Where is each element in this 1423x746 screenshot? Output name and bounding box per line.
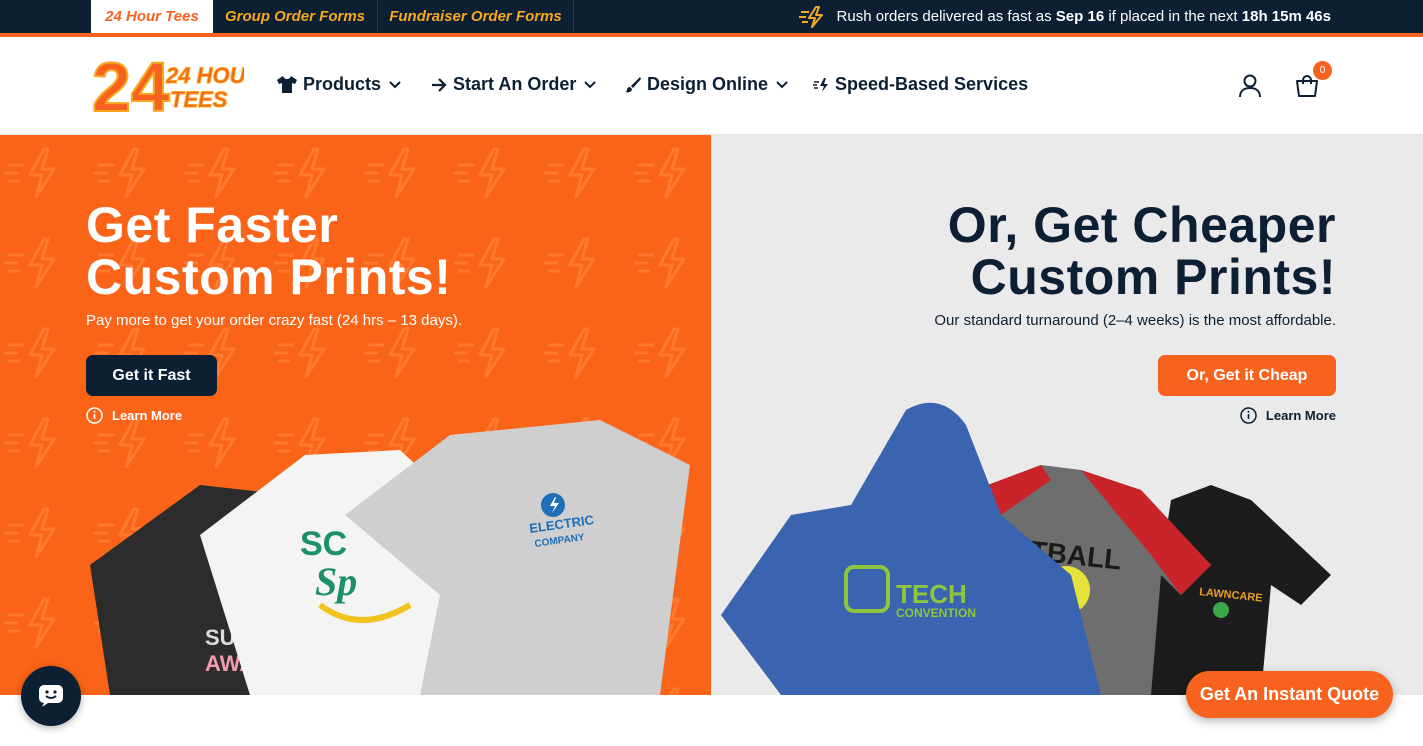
- tshirt-icon: [277, 76, 297, 93]
- svg-text:24: 24: [92, 49, 170, 123]
- learn-more-cheap-link[interactable]: Learn More: [1240, 407, 1336, 424]
- promo-middle: if placed in the next: [1104, 8, 1242, 25]
- learn-more-label: Learn More: [112, 408, 183, 423]
- tab-label: Fundraiser Order Forms: [389, 8, 562, 25]
- title-line: Get Faster: [86, 197, 339, 253]
- svg-text:TEES: TEES: [170, 87, 228, 112]
- hero-fast-subtitle: Pay more to get your order crazy fast (2…: [86, 312, 462, 329]
- tab-label: Group Order Forms: [224, 8, 366, 25]
- chevron-down-icon: [584, 80, 597, 88]
- speed-icon: [813, 77, 828, 92]
- nav-design-online[interactable]: Design Online: [625, 74, 788, 95]
- nav-label: Design Online: [647, 74, 769, 94]
- instant-quote-button[interactable]: Get An Instant Quote: [1186, 671, 1393, 718]
- account-button[interactable]: [1238, 73, 1262, 99]
- logo[interactable]: 24 24 HOUR TEES TEES: [92, 49, 244, 123]
- chevron-down-icon: [389, 80, 401, 88]
- chevron-down-icon: [776, 80, 788, 88]
- promo-countdown: 18h 15m 46s: [1241, 8, 1331, 25]
- svg-text:24 HOUR TEES: 24 HOUR TEES: [165, 63, 244, 88]
- svg-text:TECH: TECH: [896, 579, 967, 609]
- chat-widget-button[interactable]: [21, 666, 81, 726]
- brush-icon: [625, 76, 641, 92]
- rush-promo: Rush orders delivered as fast as Sep 16 …: [798, 0, 1331, 33]
- nav-label: Start An Order: [453, 74, 577, 94]
- learn-more-fast-link[interactable]: Learn More: [86, 407, 182, 424]
- title-line: Custom Prints!: [86, 249, 452, 305]
- chat-smile-icon: [39, 685, 63, 707]
- tab-label: 24 Hour Tees: [105, 8, 199, 25]
- svg-text:SC: SC: [300, 525, 347, 563]
- tab-fundraiser-order-forms[interactable]: Fundraiser Order Forms: [378, 0, 574, 33]
- hero-cheap-subtitle: Our standard turnaround (2–4 weeks) is t…: [934, 312, 1336, 329]
- nav-products[interactable]: Products: [277, 74, 401, 95]
- hero-fast-title: Get Faster Custom Prints!: [86, 199, 451, 303]
- user-icon: [1239, 74, 1261, 98]
- promo-prefix: Rush orders delivered as fast as: [836, 8, 1056, 25]
- info-icon: [1240, 407, 1257, 424]
- top-bar: 24 Hour Tees Group Order Forms Fundraise…: [0, 0, 1423, 37]
- hero-fast-panel: SUPPORT AWARENESS SC Sp ELECTRIC COMPANY…: [0, 135, 711, 695]
- svg-text:Sp: Sp: [315, 559, 357, 604]
- nav-label: Products: [303, 74, 382, 94]
- arrow-right-icon: [432, 77, 447, 92]
- main-header: 24 24 HOUR TEES TEES Products Start An O…: [0, 37, 1423, 135]
- promo-date: Sep 16: [1055, 8, 1105, 25]
- nav-label: Speed-Based Services: [835, 74, 1029, 94]
- nav-start-an-order[interactable]: Start An Order: [432, 74, 597, 95]
- nav-speed-based-services[interactable]: Speed-Based Services: [813, 74, 1028, 95]
- hero-cheap-panel: LAWNCARE TBALL TECH CONVENTION Or, Get C…: [711, 135, 1423, 695]
- tab-24-hour-tees[interactable]: 24 Hour Tees: [91, 0, 213, 33]
- svg-text:CONVENTION: CONVENTION: [896, 606, 976, 620]
- learn-more-label: Learn More: [1265, 408, 1336, 423]
- cart-count-badge: 0: [1313, 61, 1332, 80]
- lightning-speed-icon: [798, 5, 823, 28]
- info-icon: [86, 407, 103, 424]
- black-polo-image: LAWNCARE: [1141, 485, 1331, 695]
- hero-cheap-title: Or, Get Cheaper Custom Prints!: [948, 199, 1336, 303]
- title-line: Custom Prints!: [970, 249, 1336, 305]
- tab-group-order-forms[interactable]: Group Order Forms: [213, 0, 378, 33]
- get-it-fast-button[interactable]: Get it Fast: [86, 355, 217, 396]
- get-it-cheap-button[interactable]: Or, Get it Cheap: [1158, 355, 1336, 396]
- title-line: Or, Get Cheaper: [947, 197, 1336, 253]
